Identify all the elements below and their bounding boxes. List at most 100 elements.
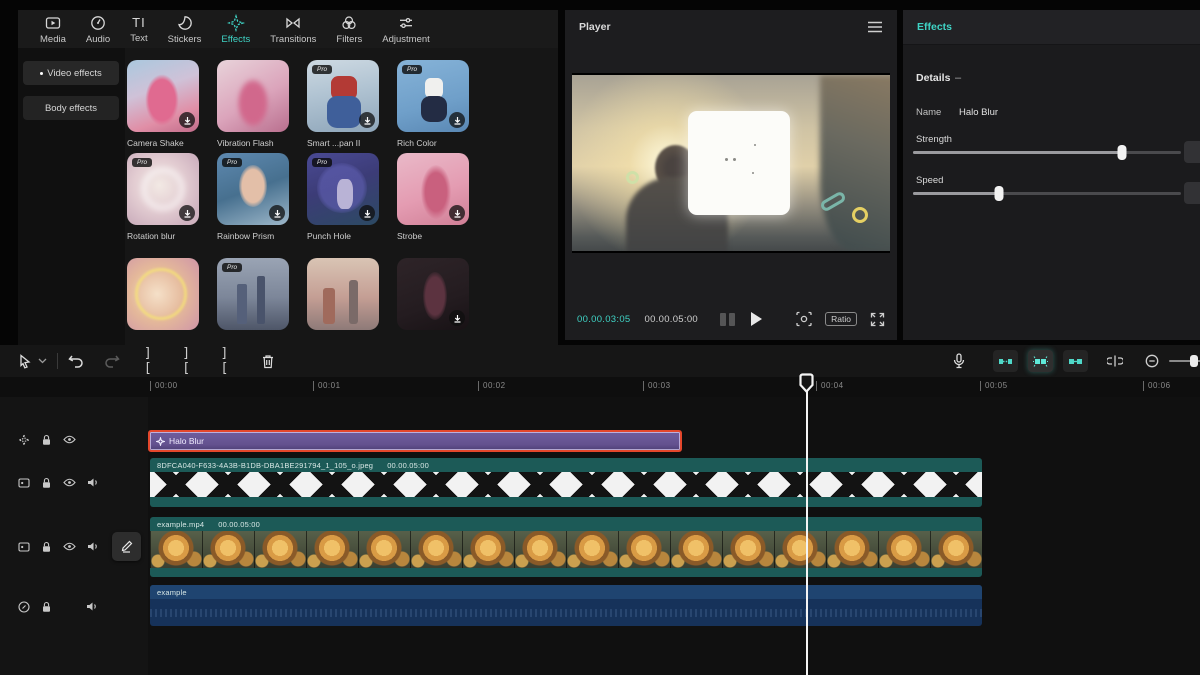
speed-slider-knob[interactable] [994,186,1003,201]
focus-icon[interactable] [796,311,812,327]
effect-card-rotation-blur[interactable]: Pro Rotation blur [127,153,199,241]
audio-clip[interactable]: example [150,585,982,626]
tab-text[interactable]: TI Text [120,15,157,44]
delete-button[interactable] [261,354,275,369]
ruler-tick: 00:06 [1143,381,1171,391]
preview-axis-icon [1107,355,1123,367]
effect-card-strobe[interactable]: Strobe [397,153,469,241]
voiceover-button[interactable] [953,353,965,369]
mute-track-icon[interactable] [86,476,99,489]
effect-card[interactable]: Pro [217,258,289,336]
video-clip[interactable]: example.mp4 00.00.05:00 [150,517,982,577]
effect-card[interactable] [307,258,379,336]
lock-icon[interactable] [40,476,53,489]
auto-snap-button[interactable] [1028,350,1053,372]
tab-stickers[interactable]: Stickers [158,14,212,45]
pro-badge: Pro [312,65,332,74]
speed-label: Speed [916,175,943,186]
undo-button[interactable] [68,354,84,368]
timeline-zoom-slider[interactable] [1169,354,1200,368]
redo-button[interactable] [104,354,120,368]
download-icon[interactable] [359,205,375,221]
lock-icon[interactable] [40,433,53,446]
select-tool-dropdown[interactable] [38,358,47,364]
linking-button[interactable] [1063,350,1088,372]
effect-card[interactable] [127,258,199,336]
sidebar-item-body-effects[interactable]: Body effects [23,96,119,120]
speed-slider[interactable] [913,192,1181,195]
ruler-tick: 00:05 [980,381,1008,391]
hide-track-icon[interactable] [63,433,76,446]
preview-axis-button[interactable] [1107,355,1123,367]
video-preview[interactable] [572,73,890,253]
hide-track-icon[interactable] [63,540,76,553]
tab-effects[interactable]: Effects [211,14,260,45]
audio-track-icon [17,600,30,613]
select-tool-button[interactable] [18,354,32,369]
lock-icon[interactable] [40,600,53,613]
strength-slider-knob[interactable] [1118,145,1127,160]
effects-star-icon [227,14,245,32]
download-icon[interactable] [449,310,465,326]
strength-slider[interactable] [913,151,1181,154]
effect-card-smart-pan[interactable]: Pro Smart ...pan II [307,60,379,148]
tab-label: Audio [86,34,110,45]
effect-clip-halo-blur[interactable]: Halo Blur [148,430,682,452]
effect-name: Punch Hole [307,231,379,241]
timeline-tracks: Halo Blur 8DFCA040-F633-4A3B-B1DB-DBA1BE… [0,397,1200,675]
image-track-controls [17,476,99,489]
image-clip-header: 8DFCA040-F633-4A3B-B1DB-DBA1BE291794_1_1… [150,458,982,472]
main-track-magnet-button[interactable] [993,350,1018,372]
download-icon[interactable] [179,112,195,128]
play-button[interactable] [751,312,762,326]
delete-left-button[interactable]: ][ [182,346,198,376]
download-icon[interactable] [449,112,465,128]
split-clip-button[interactable]: ][ [144,346,160,376]
tab-label: Media [40,34,66,45]
video-frame [572,75,890,251]
playhead-handle[interactable] [799,373,814,393]
speed-value-box[interactable] [1184,182,1200,204]
download-icon[interactable] [449,205,465,221]
download-icon[interactable] [269,205,285,221]
image-clip[interactable]: 8DFCA040-F633-4A3B-B1DB-DBA1BE291794_1_1… [150,458,982,507]
tab-audio[interactable]: Audio [76,14,120,45]
tab-transitions[interactable]: Transitions [260,14,326,45]
collapse-toggle[interactable]: – [955,72,961,84]
fullscreen-icon[interactable] [870,312,885,327]
hide-track-icon[interactable] [63,476,76,489]
download-icon[interactable] [179,205,195,221]
effect-card-vibration-flash[interactable]: Vibration Flash [217,60,289,148]
timeline-zoom-out-button[interactable] [1145,354,1159,368]
adjustment-icon [397,14,415,32]
effect-card-rich-color[interactable]: Pro Rich Color [397,60,469,148]
pause-icon[interactable] [720,313,735,326]
effect-card-rainbow-prism[interactable]: Pro Rainbow Prism [217,153,289,241]
tab-label: Text [130,33,147,44]
effect-card[interactable] [397,258,469,336]
effect-card-punch-hole[interactable]: Pro Punch Hole [307,153,379,241]
scene-shape [820,75,890,251]
playhead-line[interactable] [806,377,808,675]
tab-adjustment[interactable]: Adjustment [372,14,440,45]
effect-card-camera-shake[interactable]: Camera Shake [127,60,199,148]
timeline-ruler[interactable]: 00:00 00:01 00:02 00:03 00:04 00:05 00:0… [0,377,1200,397]
tab-media[interactable]: Media [30,14,76,45]
tab-filters[interactable]: Filters [326,14,372,45]
delete-right-button[interactable]: ][ [221,346,237,376]
zoom-out-icon [1145,354,1159,368]
lock-icon[interactable] [40,540,53,553]
timeline-zoom-knob[interactable] [1190,355,1198,367]
tab-label: Filters [336,34,362,45]
video-clip-header: example.mp4 00.00.05:00 [150,517,982,531]
download-icon[interactable] [359,112,375,128]
player-menu-icon[interactable] [867,21,883,33]
mute-track-icon[interactable] [86,540,99,553]
strength-value-box[interactable] [1184,141,1200,163]
mute-track-icon[interactable] [85,600,98,613]
sidebar-item-label: Video effects [47,68,102,79]
sidebar-item-video-effects[interactable]: Video effects [23,61,119,85]
ratio-button[interactable]: Ratio [825,312,857,326]
edit-cover-button[interactable] [112,532,141,561]
audio-clip-header: example [150,585,982,599]
